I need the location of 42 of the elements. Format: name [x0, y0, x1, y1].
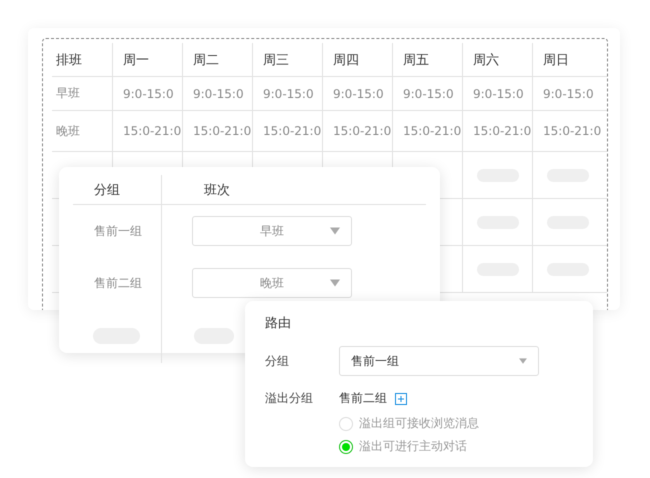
table-cell: 15:0-21:0: [252, 111, 322, 151]
overflow-group: 售前二组: [339, 390, 387, 407]
column-header: 排班: [55, 52, 83, 70]
group-name: 售前二组: [93, 274, 143, 292]
shift-select[interactable]: 晚班: [192, 268, 352, 298]
table-cell: 9:0-15:0: [322, 77, 392, 110]
group-select[interactable]: 售前一组: [339, 346, 539, 376]
option-label: 溢出组可接收浏览消息: [359, 415, 479, 432]
caret-icon: [330, 228, 340, 234]
table-cell: 9:0-15:0: [392, 77, 462, 110]
column-header: 周五: [392, 43, 462, 76]
table-cell: 9:0-15:0: [532, 77, 602, 110]
column-header: 周二: [182, 43, 252, 76]
shift-name: 晚班: [55, 122, 81, 140]
column-header: 周一: [112, 43, 182, 76]
card-title: 路由: [264, 315, 292, 332]
table-cell: 9:0-15:0: [462, 77, 532, 110]
option-label: 溢出可进行主动对话: [359, 438, 467, 455]
caret-icon: [519, 358, 527, 364]
table-cell: 9:0-15:0: [252, 77, 322, 110]
column-header: 周四: [322, 43, 392, 76]
add-icon[interactable]: [395, 392, 407, 404]
table-cell: 9:0-15:0: [182, 77, 252, 110]
shift-name: 早班: [55, 85, 81, 102]
table-cell: 9:0-15:0: [112, 77, 182, 110]
column-header: 分组: [73, 175, 161, 205]
table-cell: 15:0-21:0: [182, 111, 252, 151]
table-cell: 15:0-21:0: [392, 111, 462, 151]
table-cell: 15:0-21:0: [462, 111, 532, 151]
shift-select[interactable]: 早班: [192, 216, 352, 246]
column-header: 班次: [161, 175, 426, 205]
caret-icon: [330, 280, 340, 286]
field-label: 分组: [265, 352, 290, 370]
table-cell: 15:0-21:0: [112, 111, 182, 151]
radio-button[interactable]: [339, 440, 353, 454]
table-cell: 15:0-21:0: [322, 111, 392, 151]
field-label: 溢出分组: [265, 390, 314, 407]
group-name: 售前一组: [93, 222, 143, 240]
column-header: 周三: [252, 43, 322, 76]
column-header: 周日: [532, 43, 602, 76]
table-cell: 15:0-21:0: [532, 111, 602, 151]
column-header: 周六: [462, 43, 532, 76]
